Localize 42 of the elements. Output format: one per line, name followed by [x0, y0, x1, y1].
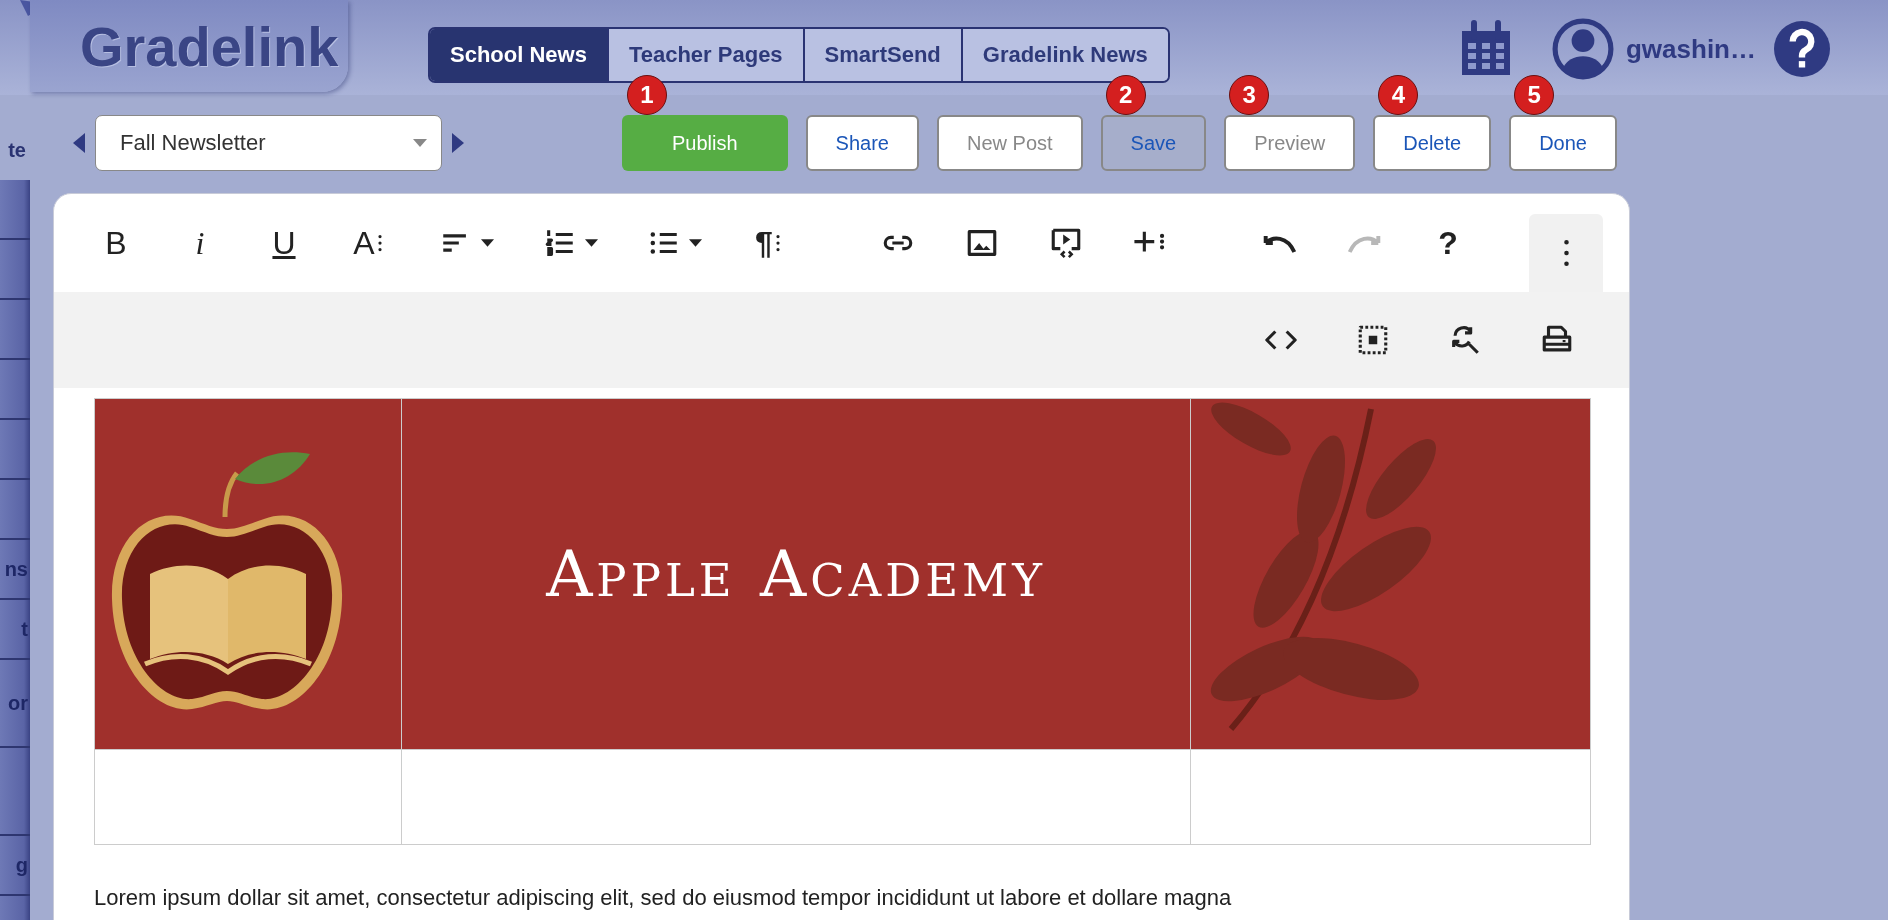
sidebar-item[interactable] [0, 300, 30, 360]
sidebar-item[interactable] [0, 240, 30, 300]
caret-icon [413, 139, 427, 147]
nav-tab[interactable]: Gradelink News [960, 29, 1168, 81]
logo-text[interactable]: Gradelink [80, 13, 339, 79]
caret-icon [688, 239, 702, 247]
banner-title: Apple Academy [546, 537, 1046, 611]
sidebar-item[interactable] [0, 480, 30, 540]
select-all-icon [1356, 323, 1390, 357]
step-badge: 4 [1378, 75, 1419, 115]
caret-icon [584, 239, 598, 247]
sidebar-item[interactable] [0, 420, 30, 480]
sidebar-item[interactable] [0, 748, 30, 836]
action-button[interactable]: Delete [1373, 115, 1492, 171]
bold-button[interactable]: B [74, 213, 158, 273]
previous-arrow-icon[interactable] [73, 133, 85, 153]
action-button[interactable]: Done [1509, 115, 1617, 171]
step-badge: 5 [1514, 75, 1555, 115]
video-icon [1049, 226, 1083, 260]
newsletter-dropdown[interactable]: Fall Newsletter [95, 115, 442, 171]
underline-button[interactable]: U [242, 213, 326, 273]
next-arrow-icon[interactable] [452, 133, 464, 153]
user-avatar-icon[interactable] [1552, 18, 1614, 80]
more-icon [1563, 240, 1569, 266]
action-button[interactable]: Share [805, 115, 919, 171]
step-badge: 1 [627, 75, 667, 115]
nav-tab[interactable]: SmartSend [802, 29, 961, 81]
nav-tab[interactable]: Teacher Pages [606, 29, 803, 81]
help-button[interactable]: ? [1406, 213, 1490, 273]
paragraph-button[interactable]: ¶ [726, 213, 810, 273]
sidebar-item[interactable] [0, 360, 30, 420]
nav-tab[interactable]: School News [430, 29, 607, 81]
italic-button[interactable]: i [158, 213, 242, 273]
action-button[interactable]: Save [1100, 115, 1207, 171]
text-style-button[interactable]: A [326, 213, 410, 273]
step-badge: 3 [1229, 75, 1270, 115]
user-name[interactable]: gwashin… [1626, 33, 1756, 65]
caret-icon [480, 239, 494, 247]
sidebar-item[interactable] [0, 180, 30, 240]
help-icon[interactable] [1774, 21, 1830, 77]
body-paragraph: Lorem ipsum dollar sit amet, consectetur adipiscing elit, sed do eiusmod tempor incididunt ut labore et dollare magna [94, 885, 1233, 911]
sidebar-heading: te [8, 139, 26, 162]
